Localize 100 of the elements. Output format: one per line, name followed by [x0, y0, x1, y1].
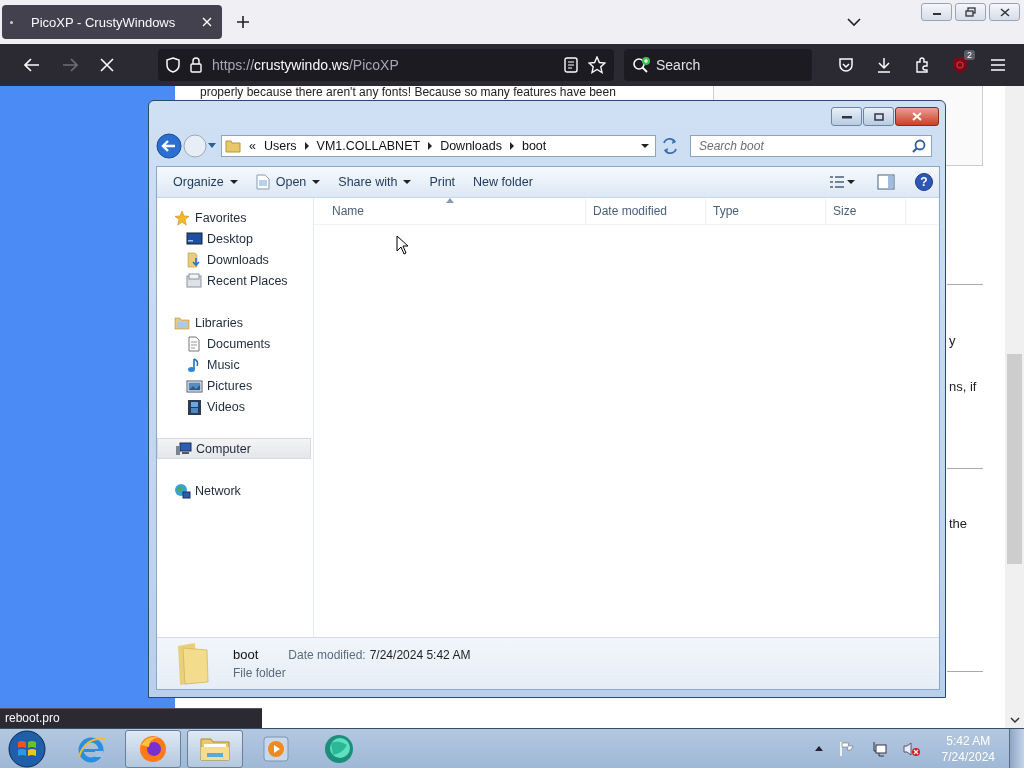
reader-view-icon[interactable] — [564, 57, 578, 73]
paragraph-text: ns, if — [948, 379, 978, 394]
tab-dot-icon — [10, 20, 13, 24]
toolbar-button[interactable]: Share with — [338, 172, 428, 192]
maximize-icon — [873, 112, 884, 121]
nav-item[interactable]: Network — [157, 480, 311, 501]
column-header[interactable]: Size — [826, 198, 906, 224]
paragraph-text: properly because there aren't any fonts! Because so many features have been — [200, 86, 617, 99]
breadcrumb-item[interactable]: Downloads — [440, 139, 502, 153]
nav-item[interactable]: Videos — [157, 396, 311, 417]
folder-icon — [225, 139, 241, 153]
menu-icon[interactable] — [990, 58, 1006, 72]
file-name: boot — [233, 647, 259, 662]
cursor-icon — [396, 235, 410, 255]
folder-icon — [175, 641, 211, 686]
film-icon — [186, 398, 203, 415]
nav-item[interactable]: Recent Places — [157, 270, 311, 291]
help-button[interactable]: ? — [915, 173, 933, 191]
flag-icon[interactable] — [838, 740, 855, 757]
search-field[interactable]: Search boot — [690, 135, 932, 157]
caret-icon — [847, 180, 855, 184]
search-field[interactable]: Search — [624, 49, 812, 81]
download-icon[interactable] — [876, 57, 892, 73]
scrollbar-thumb[interactable] — [1007, 354, 1022, 564]
toolbar-button[interactable]: Print — [429, 172, 472, 192]
address-bar[interactable]: « Users VM1.COLLABNET Downloads boot — [221, 135, 656, 157]
view-options-icon[interactable] — [829, 175, 845, 189]
bookmark-star-icon[interactable] — [588, 56, 606, 74]
breadcrumb-arrow-icon[interactable] — [428, 142, 433, 150]
dropdown-arrow-icon[interactable] — [208, 143, 216, 149]
column-header[interactable]: Type — [706, 198, 826, 224]
toolbar-button[interactable]: New folder — [473, 172, 549, 192]
count-badge: 2 — [964, 50, 975, 60]
toolbar-button[interactable]: Organize — [173, 172, 254, 192]
caret-icon — [641, 144, 649, 148]
caret-icon — [403, 180, 412, 184]
star-icon — [174, 209, 191, 226]
browser-tab[interactable]: PicoXP - CrustyWindows — [2, 5, 222, 39]
pictures-icon — [186, 377, 203, 394]
close-icon — [999, 7, 1010, 17]
restore-button[interactable] — [955, 3, 986, 21]
overflow-chevron[interactable]: « — [249, 139, 256, 153]
breadcrumb-arrow-icon[interactable] — [304, 142, 309, 150]
breadcrumb-item[interactable]: boot — [521, 139, 547, 153]
restore-icon — [964, 7, 977, 17]
puzzle-icon[interactable] — [914, 57, 930, 73]
file-type: File folder — [233, 666, 287, 680]
nav-item[interactable]: Desktop — [157, 228, 311, 249]
scroll-down-icon[interactable] — [1009, 717, 1020, 724]
minimize-button[interactable] — [831, 107, 862, 126]
close-button[interactable] — [989, 3, 1020, 21]
recent-places-icon — [186, 272, 203, 289]
field-label: Date modified: — [288, 648, 366, 662]
breadcrumb-arrow-icon[interactable] — [509, 142, 514, 150]
nav-item[interactable]: Favorites — [157, 207, 311, 228]
start-button[interactable] — [7, 728, 47, 768]
nav-item[interactable]: Documents — [157, 333, 311, 354]
column-header[interactable]: Name — [314, 198, 586, 224]
toolbar-button[interactable]: Open — [255, 171, 337, 193]
column-header[interactable]: Date modified — [586, 198, 706, 224]
minimize-button[interactable] — [921, 3, 952, 21]
speaker-muted-icon[interactable] — [902, 740, 921, 757]
field-value: 7/24/2024 5:42 AM — [369, 648, 471, 662]
sort-arrow-icon — [445, 198, 454, 203]
downloads-folder-icon — [186, 251, 203, 268]
scrollbar[interactable] — [1005, 86, 1024, 728]
nav-item[interactable]: Computer — [157, 438, 311, 459]
stop-icon[interactable] — [100, 58, 114, 72]
taskbar-button[interactable] — [125, 729, 181, 768]
library-icon — [174, 314, 191, 331]
new-tab-icon[interactable] — [236, 15, 250, 29]
paragraph-text: the — [948, 516, 969, 531]
document-icon — [186, 335, 203, 352]
breadcrumb-item[interactable]: VM1.COLLABNET — [316, 139, 421, 153]
maximize-button[interactable] — [863, 107, 894, 126]
show-desktop-button[interactable] — [1009, 728, 1024, 768]
breadcrumb-item[interactable]: Users — [263, 139, 297, 153]
tab-list-icon[interactable] — [847, 17, 861, 27]
search-icon — [912, 139, 926, 153]
nav-item[interactable]: Libraries — [157, 312, 311, 333]
status-tooltip: reboot.pro — [0, 708, 262, 728]
search-icon — [632, 56, 652, 74]
nav-item[interactable]: Music — [157, 354, 311, 375]
paragraph-text: y — [948, 333, 957, 348]
taskbar-button[interactable] — [187, 729, 243, 768]
close-icon[interactable] — [202, 17, 212, 27]
caret-icon — [229, 180, 238, 184]
nav-item[interactable]: Pictures — [157, 375, 311, 396]
close-button[interactable] — [895, 107, 939, 126]
shield-icon — [166, 57, 180, 73]
show-hidden-icons-icon[interactable] — [814, 746, 823, 751]
tab-title: PicoXP - CrustyWindows — [31, 14, 177, 30]
minimize-icon — [841, 114, 852, 119]
globe-icon — [323, 732, 355, 765]
close-icon — [912, 112, 922, 121]
pocket-icon[interactable] — [838, 57, 854, 73]
network-monitor-icon[interactable] — [870, 740, 887, 757]
caret-icon — [312, 180, 321, 184]
back-icon[interactable] — [156, 133, 182, 159]
nav-item[interactable]: Downloads — [157, 249, 311, 270]
